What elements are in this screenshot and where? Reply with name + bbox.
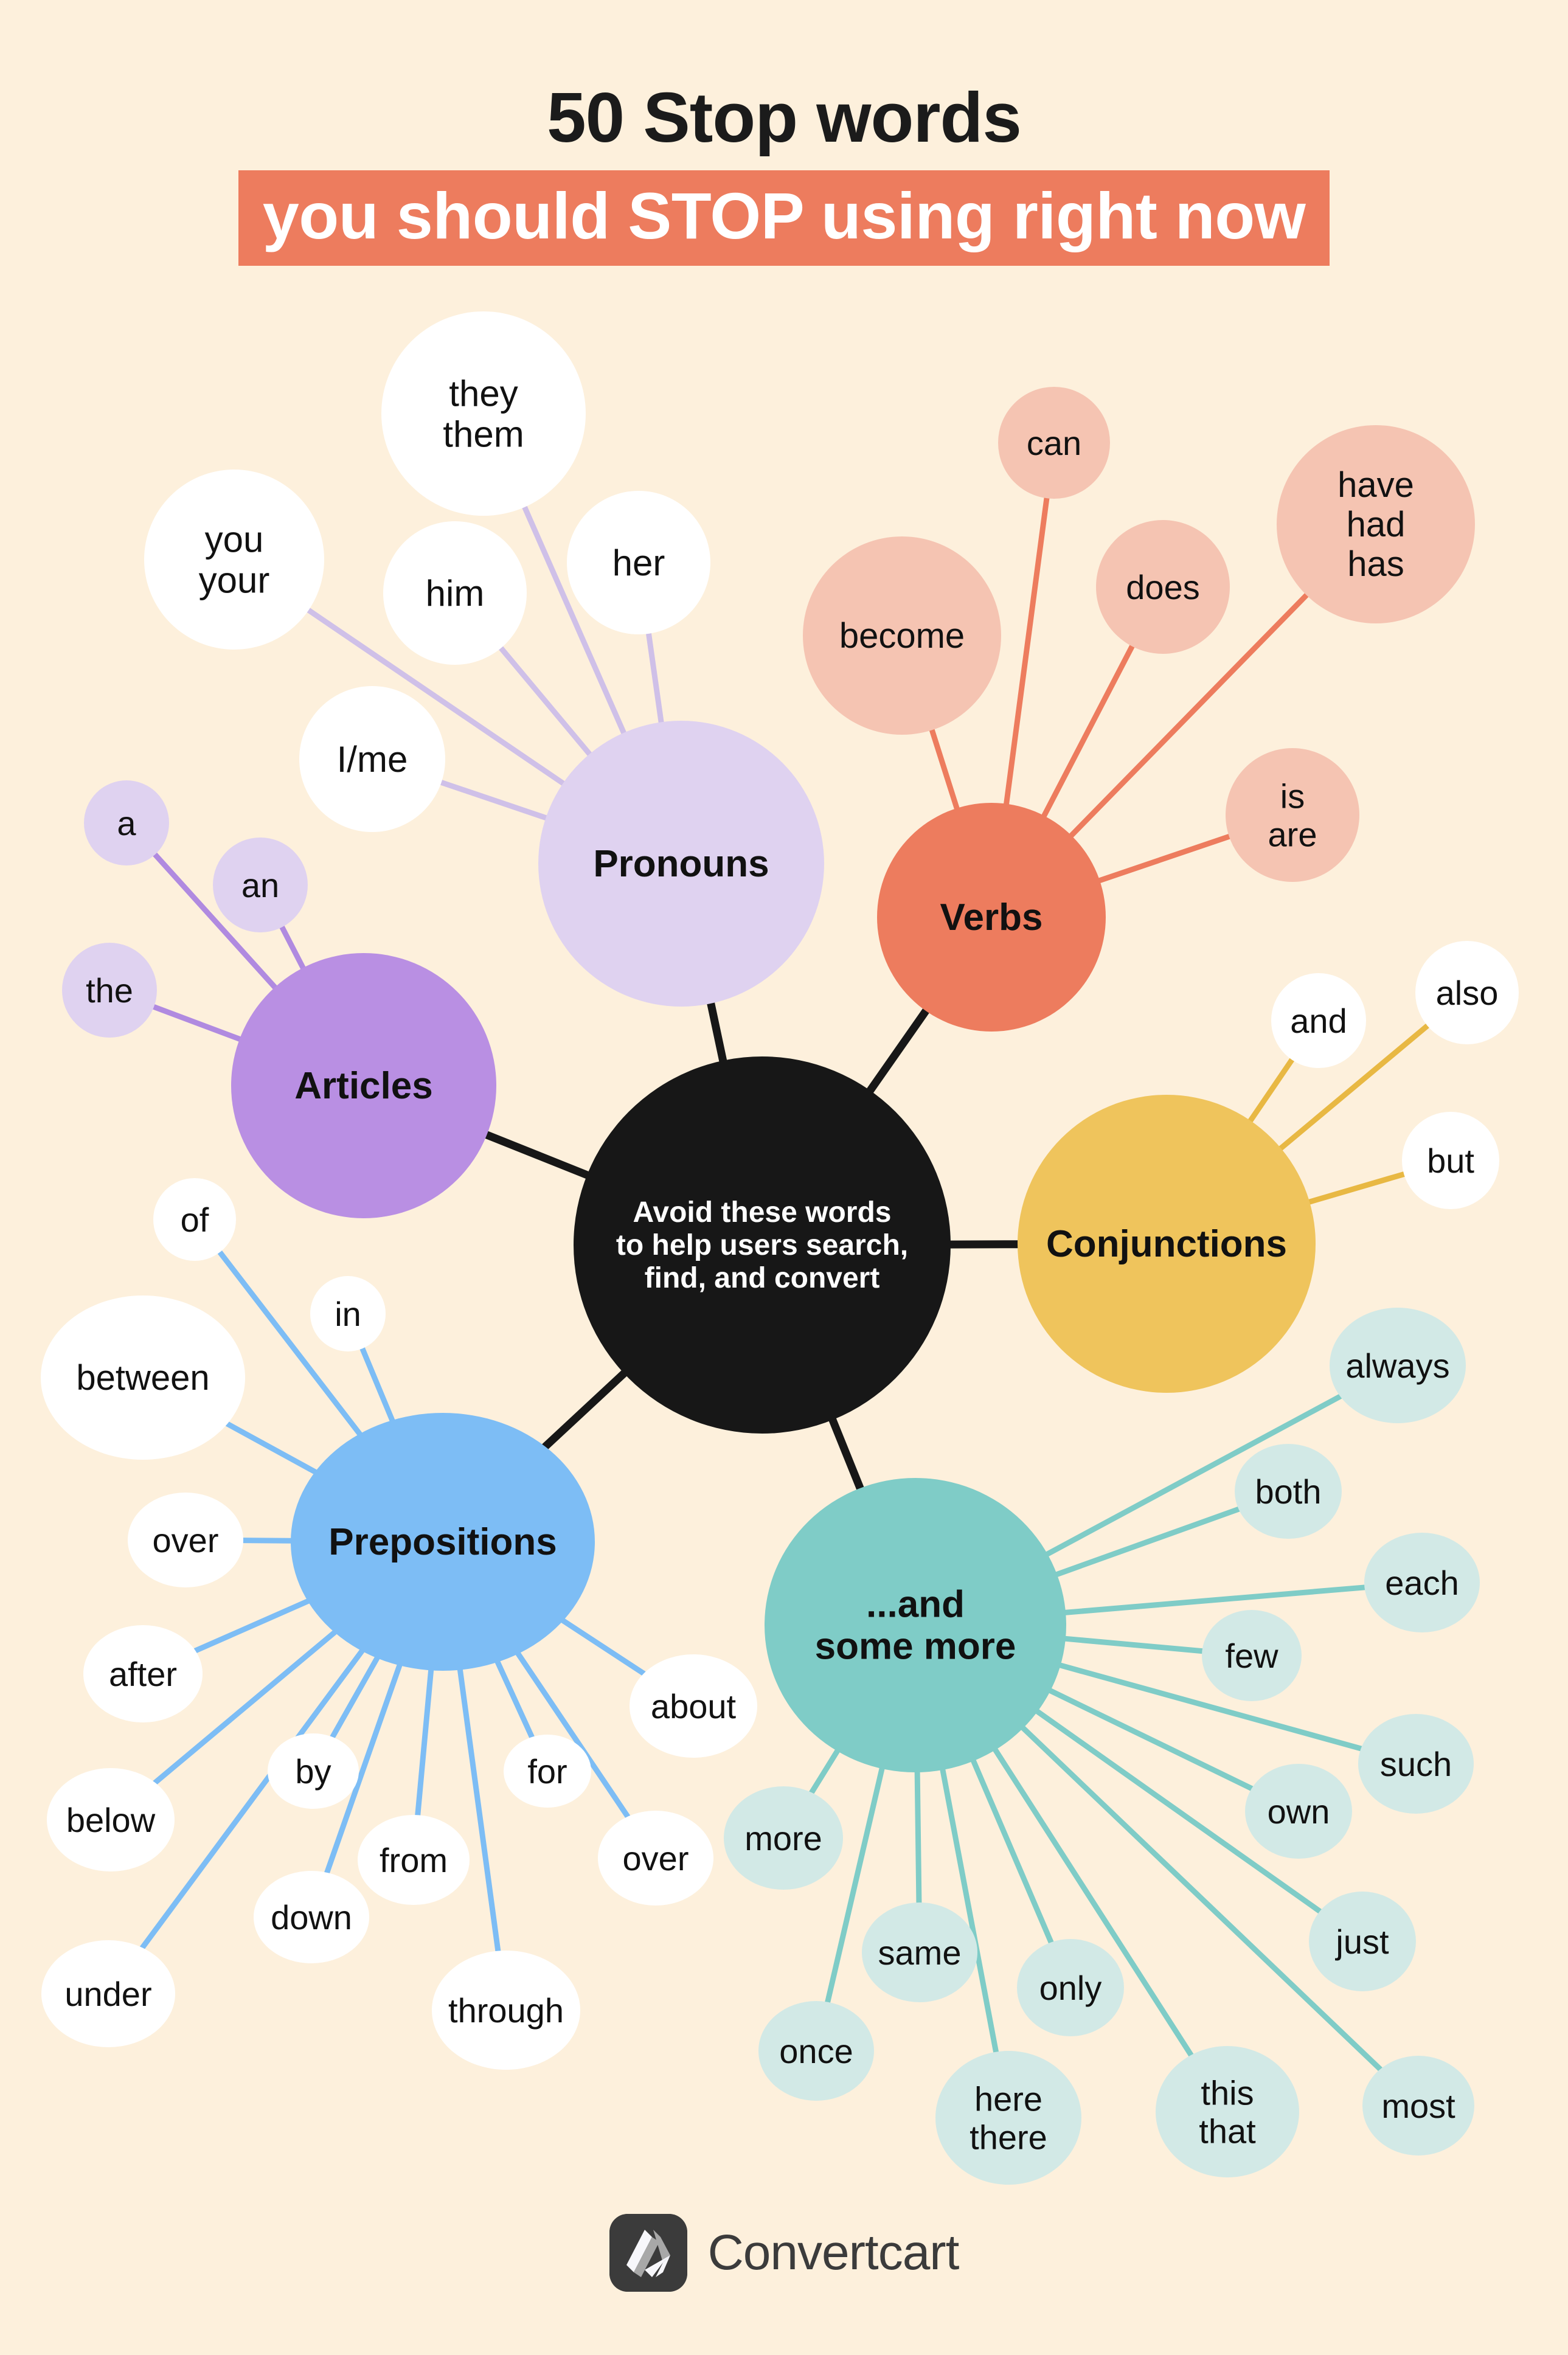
- word-bubble-label: over: [153, 1521, 219, 1559]
- word-bubble-label: such: [1380, 1745, 1452, 1783]
- branch-link-0-2: [498, 645, 592, 757]
- word-bubble-label: after: [109, 1655, 177, 1693]
- word-bubble-label: under: [64, 1975, 151, 2013]
- branch-link-4-1: [359, 1345, 395, 1423]
- branch-link-4-11: [494, 1659, 535, 1740]
- convertcart-logo-icon: [609, 2214, 687, 2292]
- word-bubble-label: and: [1290, 1002, 1347, 1040]
- word-bubble-label: have had has: [1337, 465, 1414, 584]
- branch-link-4-7: [330, 1655, 380, 1740]
- category-hub-label: Verbs: [940, 897, 1043, 938]
- word-bubble-label: both: [1255, 1472, 1322, 1511]
- word-bubble-label: about: [651, 1687, 737, 1725]
- word-bubble-label: just: [1334, 1923, 1389, 1961]
- center-to----and-some-more-link: [828, 1416, 864, 1493]
- word-bubble-label: the: [86, 971, 133, 1010]
- branch-link-2-1: [1004, 495, 1050, 807]
- word-bubble-label: always: [1345, 1347, 1449, 1385]
- branch-link-4-2: [224, 1421, 318, 1475]
- center-to-pronouns-link: [707, 999, 727, 1065]
- center-to-verbs-link: [866, 1007, 930, 1095]
- word-bubble-label: her: [612, 543, 665, 583]
- word-bubble-label: own: [1268, 1792, 1330, 1831]
- word-bubble-label: become: [839, 616, 965, 656]
- word-bubble-label: down: [271, 1898, 352, 1937]
- word-bubble-label: I/me: [337, 739, 408, 780]
- word-bubble-label: him: [426, 573, 485, 614]
- branch-link-2-4: [1097, 833, 1232, 884]
- center-to-prepositions-link: [541, 1369, 628, 1451]
- infographic-poster: 50 Stop words you should STOP using righ…: [0, 0, 1568, 2355]
- word-bubble-label: this that: [1199, 2073, 1256, 2150]
- brand-name: Convertcart: [707, 2225, 960, 2280]
- branch-link-3-0: [1247, 1056, 1295, 1124]
- word-bubble-label: between: [76, 1358, 209, 1398]
- word-bubble-label: same: [878, 1934, 962, 1972]
- word-bubble-label: once: [779, 2032, 853, 2070]
- word-bubble-label: but: [1427, 1142, 1474, 1180]
- word-bubble-label: below: [66, 1801, 156, 1839]
- word-bubble-label: does: [1126, 568, 1199, 606]
- word-bubble-label: over: [623, 1839, 689, 1878]
- branch-link-4-4: [192, 1598, 311, 1654]
- poster-footer: Convertcart: [0, 2214, 1568, 2292]
- word-bubble-label: more: [744, 1819, 822, 1857]
- word-bubble-label: can: [1027, 424, 1081, 462]
- word-bubble-label: by: [295, 1752, 331, 1791]
- word-bubble-label: here there: [970, 2079, 1047, 2156]
- mindmap-nodes: you your they them him her I/me a an the become can…: [41, 311, 1519, 2185]
- branch-link-4-10: [457, 1667, 501, 1954]
- branch-link-5-1: [1054, 1506, 1241, 1577]
- center-hub-label: Avoid these words to help users search, fi…: [616, 1196, 908, 1294]
- word-bubble-label: most: [1381, 2087, 1455, 2125]
- category-hub-label: Prepositions: [328, 1521, 557, 1563]
- category-hub-label: Pronouns: [593, 843, 769, 885]
- word-bubble-label: they them: [443, 373, 524, 454]
- branch-link-2-0: [929, 727, 960, 811]
- word-bubble-label: you your: [199, 519, 270, 600]
- word-bubble-label: for: [527, 1752, 567, 1791]
- word-bubble-label: only: [1039, 1969, 1102, 2007]
- word-bubble-label: through: [448, 1991, 564, 2030]
- branch-link-5-11: [914, 1769, 922, 1906]
- branch-link-4-12: [560, 1618, 647, 1677]
- category-hub-label: Conjunctions: [1046, 1223, 1287, 1265]
- branch-link-0-3: [646, 631, 664, 725]
- branch-link-5-13: [808, 1748, 841, 1795]
- branch-link-3-2: [1306, 1171, 1407, 1205]
- branch-link-0-4: [439, 779, 549, 821]
- branch-link-5-10: [971, 1758, 1054, 1945]
- word-bubble-label: in: [335, 1295, 361, 1333]
- category-hub-label: Articles: [294, 1065, 432, 1107]
- branch-link-1-1: [279, 924, 306, 971]
- word-bubble-label: from: [380, 1841, 448, 1879]
- branch-link-5-3: [1063, 1635, 1205, 1654]
- word-bubble-label: each: [1385, 1564, 1459, 1602]
- word-bubble-label: an: [241, 866, 279, 904]
- word-bubble-label: also: [1436, 974, 1499, 1012]
- word-bubble-label: a: [117, 804, 136, 842]
- word-bubble-label: few: [1225, 1637, 1278, 1675]
- branch-link-4-8: [415, 1667, 434, 1818]
- mindmap-svg: you your they them him her I/me a an the become can…: [41, 311, 1519, 2185]
- branch-link-1-2: [151, 1004, 243, 1042]
- branch-link-5-2: [1063, 1584, 1367, 1615]
- word-bubble-label: of: [181, 1201, 209, 1239]
- center-to-articles-link: [482, 1131, 591, 1179]
